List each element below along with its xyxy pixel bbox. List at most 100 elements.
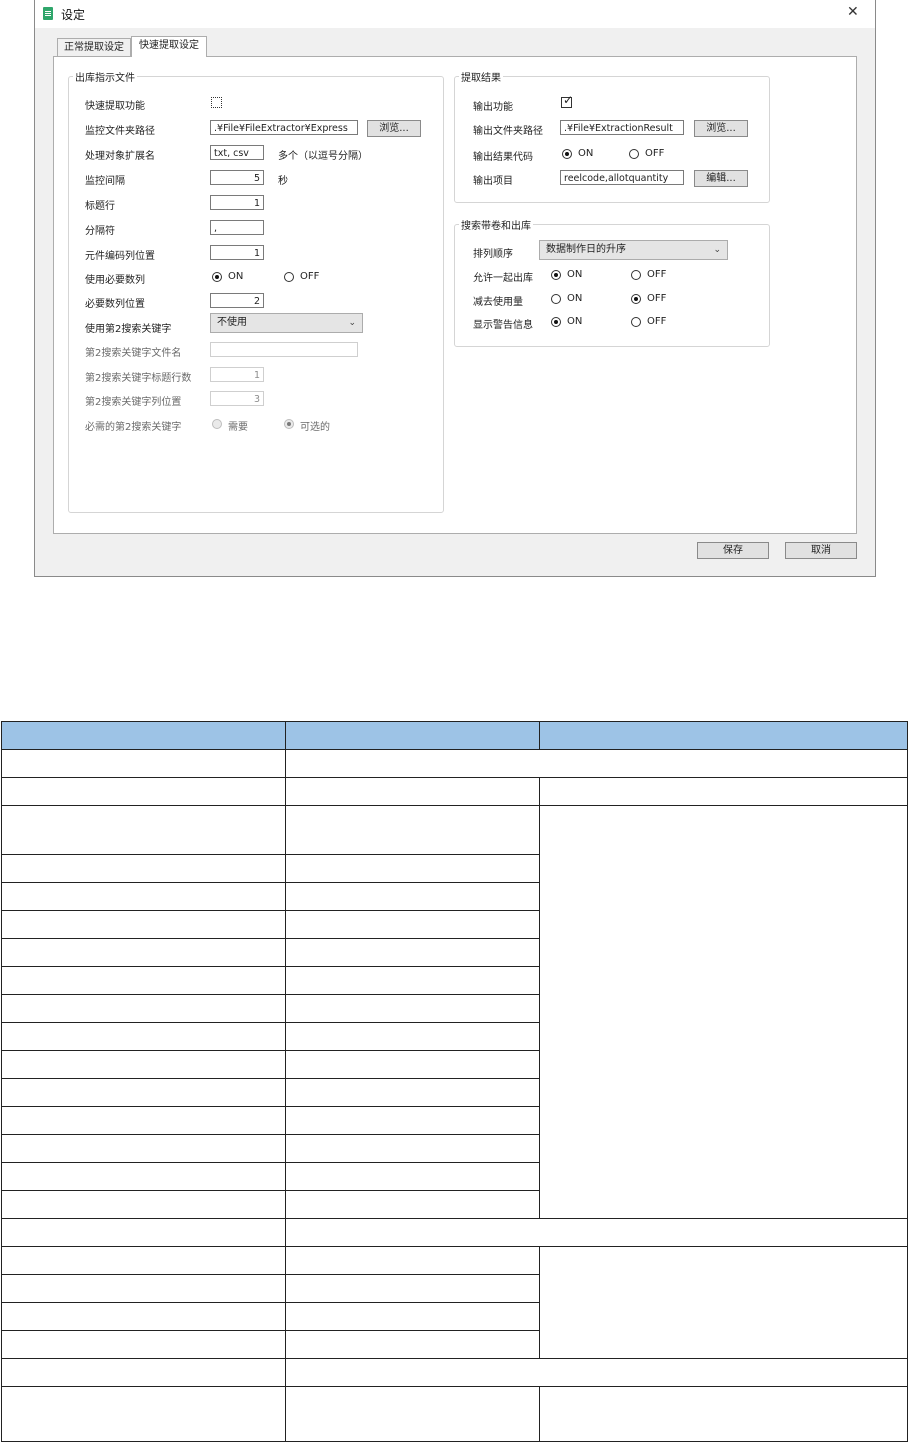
items-edit-button[interactable]: 编辑... <box>694 170 748 187</box>
table-cell <box>285 1190 540 1219</box>
table-cell <box>1 1162 286 1191</box>
close-icon[interactable]: ✕ <box>847 4 859 20</box>
table-cell <box>1 882 286 911</box>
use-qty-col-off-radio[interactable] <box>284 272 294 282</box>
table-row <box>1 749 908 778</box>
table-cell <box>285 777 540 806</box>
table-cell <box>285 1274 540 1303</box>
output-folder-input[interactable]: .¥File¥ExtractionResult <box>560 120 684 135</box>
subtract-off-radio[interactable] <box>631 294 641 304</box>
interval-label: 监控间隔 <box>85 176 125 187</box>
delimiter-label: 分隔符 <box>85 226 115 237</box>
use-key2-dropdown[interactable]: 不使用 ⌄ <box>210 313 363 333</box>
cancel-button[interactable]: 取消 <box>785 542 857 559</box>
monitor-browse-button[interactable]: 浏览... <box>367 120 421 137</box>
monitor-folder-input[interactable]: .¥File¥FileExtractor¥Express <box>210 120 358 135</box>
table-cell <box>1 854 286 883</box>
table-cell <box>285 1022 540 1051</box>
target-ext-label: 处理对象扩展名 <box>85 151 155 162</box>
table-cell <box>285 805 540 855</box>
table-cell <box>1 966 286 995</box>
use-qty-col-on-radio[interactable] <box>212 272 222 282</box>
allow-together-off-radio[interactable] <box>631 270 641 280</box>
use-key2-value: 不使用 <box>217 317 247 328</box>
code-col-input[interactable]: 1 <box>210 245 264 260</box>
table-cell <box>539 1386 908 1442</box>
chevron-down-icon: ⌄ <box>713 245 721 255</box>
table-row <box>1 1386 908 1442</box>
tab-panel: 出库指示文件 快速提取功能 监控文件夹路径 .¥File¥FileExtract… <box>53 56 857 534</box>
table-header-row <box>1 721 908 750</box>
table-cell <box>1 749 286 778</box>
subtract-label: 减去使用量 <box>473 297 523 308</box>
table-cell <box>285 994 540 1023</box>
result-code-off-label: OFF <box>645 148 665 159</box>
table-cell <box>1 1386 286 1442</box>
key2-file-input[interactable] <box>210 342 358 357</box>
result-code-off-radio[interactable] <box>629 149 639 159</box>
allow-together-on-radio[interactable] <box>551 270 561 280</box>
header-cell <box>285 721 540 750</box>
output-checkbox[interactable]: ✓ <box>561 94 573 108</box>
key2-required-radio[interactable] <box>212 419 222 429</box>
sort-dropdown[interactable]: 数据制作日的升序 ⌄ <box>539 240 728 260</box>
warn-on-radio[interactable] <box>551 317 561 327</box>
delimiter-input[interactable]: , <box>210 220 264 235</box>
table-cell <box>1 777 286 806</box>
table-cell <box>285 1078 540 1107</box>
table-cell <box>1 1274 286 1303</box>
result-code-on-radio[interactable] <box>562 149 572 159</box>
header-cell <box>1 721 286 750</box>
key2-col-label: 第2搜索关键字列位置 <box>85 397 182 408</box>
allow-together-off-label: OFF <box>647 269 667 280</box>
target-ext-hint: 多个（以逗号分隔） <box>278 151 368 162</box>
table-cell <box>285 749 908 778</box>
group-title: 提取结果 <box>461 73 501 84</box>
table-cell <box>285 938 540 967</box>
table-cell <box>1 1022 286 1051</box>
table-cell <box>539 1246 908 1359</box>
warn-label: 显示警告信息 <box>473 320 533 331</box>
result-code-label: 输出结果代码 <box>473 152 533 163</box>
key2-optional-radio[interactable] <box>284 419 294 429</box>
table-cell <box>285 1218 908 1247</box>
table-cell <box>539 805 908 1219</box>
key2-header-label: 第2搜索关键字标题行数 <box>85 373 192 384</box>
table-cell <box>285 1358 908 1387</box>
subtract-on-radio[interactable] <box>551 294 561 304</box>
header-row-label: 标题行 <box>85 201 115 212</box>
table-cell <box>1 910 286 939</box>
quick-extract-checkbox[interactable] <box>211 97 222 108</box>
use-qty-col-on-label: ON <box>228 271 244 282</box>
allow-together-label: 允许一起出库 <box>473 273 533 284</box>
subtract-off-label: OFF <box>647 293 667 304</box>
key2-optional-text: 可选的 <box>300 422 330 433</box>
settings-table <box>1 721 908 1442</box>
use-key2-label: 使用第2搜索关键字 <box>85 324 172 335</box>
tab-quick-extract[interactable]: 快速提取设定 <box>131 36 207 57</box>
tab-normal-extract[interactable]: 正常提取设定 <box>57 38 131 57</box>
table-cell <box>1 805 286 855</box>
warn-on-label: ON <box>567 316 583 327</box>
output-folder-label: 输出文件夹路径 <box>473 126 543 137</box>
table-row <box>1 1246 908 1359</box>
interval-input[interactable]: 5 <box>210 170 264 185</box>
table-cell <box>1 1190 286 1219</box>
items-input[interactable]: reelcode,allotquantity <box>560 170 684 185</box>
subtract-on-label: ON <box>567 293 583 304</box>
header-row-input[interactable]: 1 <box>210 195 264 210</box>
table-cell <box>285 1134 540 1163</box>
output-browse-button[interactable]: 浏览... <box>694 120 748 137</box>
warn-off-label: OFF <box>647 316 667 327</box>
target-ext-input[interactable]: txt, csv <box>210 145 264 160</box>
key2-header-input[interactable]: 1 <box>210 367 264 382</box>
key2-required-label: 必需的第2搜索关键字 <box>85 422 182 433</box>
items-label: 输出项目 <box>473 176 513 187</box>
table-cell <box>285 1386 540 1442</box>
save-button[interactable]: 保存 <box>697 542 769 559</box>
table-cell <box>1 994 286 1023</box>
warn-off-radio[interactable] <box>631 317 641 327</box>
table-cell <box>1 1134 286 1163</box>
key2-col-input[interactable]: 3 <box>210 391 264 406</box>
qty-col-input[interactable]: 2 <box>210 293 264 308</box>
